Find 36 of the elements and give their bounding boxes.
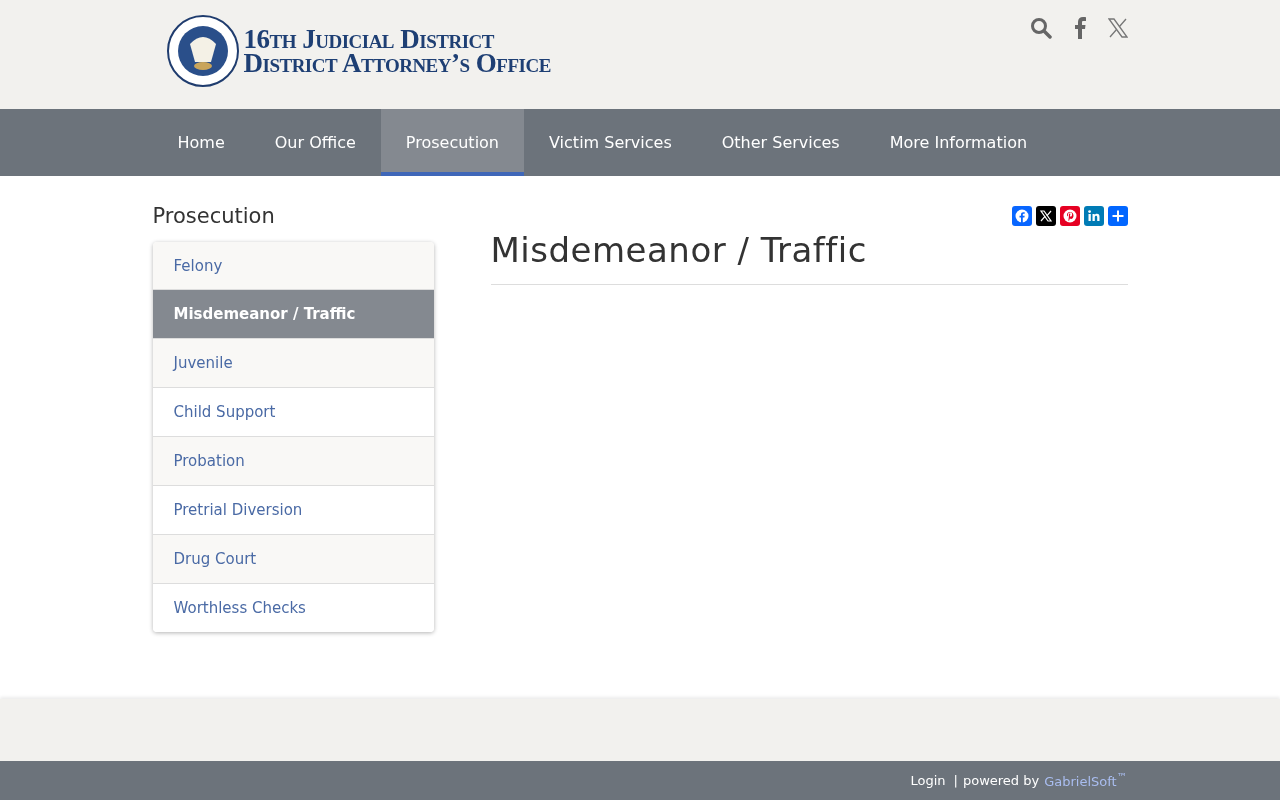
sidebar-item[interactable]: Worthless Checks [152, 583, 434, 632]
share-share-button[interactable] [1107, 206, 1128, 226]
pinterest-share-button[interactable] [1059, 206, 1080, 226]
nav-tab[interactable]: Prosecution [380, 109, 524, 176]
search-icon[interactable] [1029, 17, 1052, 39]
x-share-button[interactable] [1035, 206, 1056, 226]
sidebar-item[interactable]: Child Support [152, 387, 434, 436]
page-title: Misdemeanor / Traffic [490, 230, 868, 270]
nav-tab[interactable]: Our Office [249, 109, 381, 176]
sidebar-item[interactable]: Felony [152, 242, 434, 289]
brand-link[interactable]: GabrielSoft$^{™}$ [1044, 771, 1128, 790]
nav-tab[interactable]: Home [152, 109, 250, 176]
nav-tab[interactable]: Other Services [696, 109, 865, 176]
facebook-icon[interactable] [1073, 17, 1086, 39]
facebook-share-button[interactable] [1011, 206, 1032, 226]
sidebar-item[interactable]: Probation [152, 436, 434, 485]
plus-icon [1110, 209, 1125, 223]
sidebar-item[interactable]: Juvenile [152, 338, 434, 387]
nav-tab[interactable]: More Information [864, 109, 1053, 176]
footer-separator: | [953, 773, 958, 788]
seal-icon [165, 14, 240, 88]
pinterest-icon [1062, 209, 1077, 223]
logo-title: 16th Judicial District [243, 27, 495, 51]
x-icon[interactable] [1107, 18, 1128, 38]
sidebar-title: Prosecution [152, 204, 276, 228]
x-icon [1038, 209, 1053, 223]
linkedin-share-button[interactable] [1083, 206, 1104, 226]
logo-subtitle: District Attorney’s Office [243, 51, 551, 75]
powered-by-text: powered by [962, 773, 1040, 788]
nav-tab[interactable]: Victim Services [524, 109, 697, 176]
sidebar-item[interactable]: Pretrial Diversion [152, 485, 434, 534]
linkedin-icon [1086, 209, 1101, 223]
facebook-icon [1014, 209, 1029, 223]
sidebar-item[interactable]: Misdemeanor / Traffic [152, 289, 434, 338]
sidebar-item[interactable]: Drug Court [152, 534, 434, 583]
login-link[interactable]: Login [910, 773, 946, 788]
